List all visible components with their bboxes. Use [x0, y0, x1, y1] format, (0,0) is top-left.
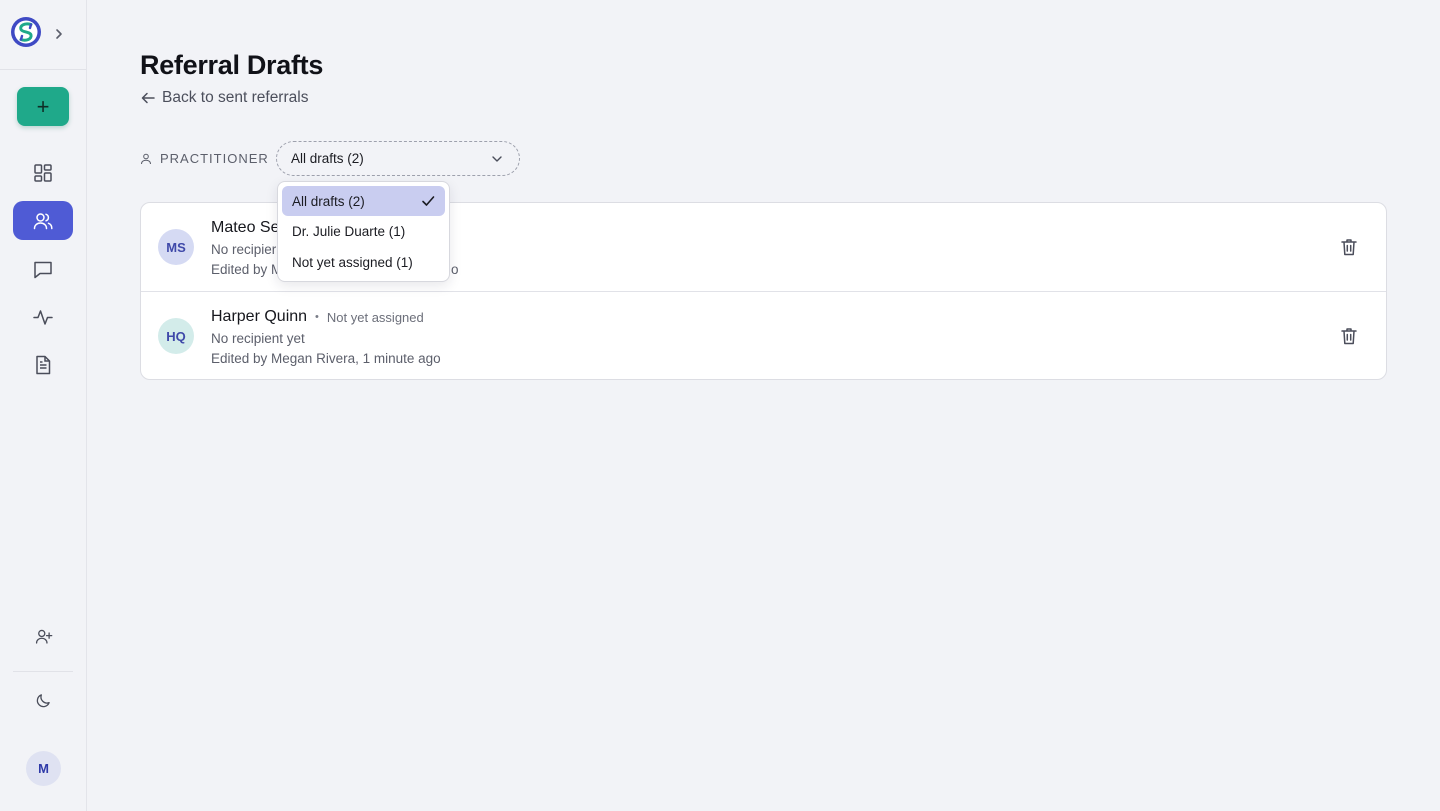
assignment-status: Not yet assigned: [326, 309, 424, 325]
draft-row[interactable]: HQ Harper Quinn • Not yet assigned No re…: [141, 291, 1386, 379]
user-plus-icon: [35, 629, 52, 644]
patient-initials-avatar: MS: [158, 229, 194, 265]
sidebar-item-invite-user[interactable]: [13, 617, 73, 656]
person-icon: [141, 153, 151, 164]
chevron-right-icon[interactable]: [52, 27, 66, 41]
practitioner-filter: PRACTITIONER All drafts (2): [140, 141, 520, 176]
activity-icon: [33, 309, 53, 325]
sidebar-item-activity[interactable]: [13, 297, 73, 336]
user-avatar[interactable]: M: [26, 751, 61, 786]
message-icon: [34, 261, 52, 278]
option-all-drafts[interactable]: All drafts (2): [282, 186, 445, 216]
page-title: Referral Drafts: [140, 50, 324, 80]
sidebar: + M: [0, 0, 87, 811]
option-label: Dr. Julie Duarte (1): [292, 224, 406, 239]
users-icon: [33, 212, 53, 229]
back-link[interactable]: Back to sent referrals: [140, 89, 308, 107]
logo-icon: [11, 17, 41, 47]
trash-icon[interactable]: [1339, 326, 1359, 346]
document-icon: [36, 355, 51, 374]
app-logo[interactable]: [10, 16, 42, 48]
trash-icon[interactable]: [1339, 237, 1359, 257]
moon-icon: [36, 694, 50, 708]
patient-name: Harper Quinn • Not yet assigned: [211, 308, 424, 326]
edited-text: Edited by M: [211, 262, 283, 277]
practitioner-select[interactable]: All drafts (2): [276, 141, 520, 176]
separator-dot: •: [315, 311, 319, 323]
patient-initials-avatar: HQ: [158, 318, 194, 354]
practitioner-dropdown-menu: All drafts (2) Dr. Julie Duarte (1) Not …: [277, 181, 450, 282]
new-referral-button[interactable]: +: [17, 87, 69, 126]
edited-text: Edited by Megan Rivera, 1 minute ago: [211, 351, 441, 366]
patient-name-text: Harper Quinn: [211, 308, 308, 325]
sidebar-divider: [0, 69, 86, 70]
chevron-down-icon: [492, 156, 502, 162]
patient-name: Mateo Se: [211, 219, 279, 237]
arrow-left-icon: [141, 92, 155, 104]
recipient-text: No recipier: [211, 242, 277, 257]
recipient-text: No recipient yet: [211, 331, 305, 346]
option-dr-julie-duarte[interactable]: Dr. Julie Duarte (1): [282, 217, 445, 247]
sidebar-item-referrals[interactable]: [13, 201, 73, 240]
dark-mode-toggle[interactable]: [13, 681, 73, 720]
sidebar-divider: [13, 671, 73, 672]
dashboard-icon: [34, 163, 52, 182]
option-label: Not yet assigned (1): [292, 254, 413, 270]
back-link-label: Back to sent referrals: [162, 89, 309, 106]
sidebar-item-messages[interactable]: [13, 249, 73, 288]
edited-text-tail: o: [451, 262, 459, 277]
check-icon: [422, 196, 435, 206]
patient-name-text: Mateo Se: [211, 219, 280, 236]
filter-label-text: PRACTITIONER: [160, 151, 269, 166]
select-value: All drafts (2): [291, 151, 364, 166]
filter-label: PRACTITIONER: [140, 141, 269, 176]
option-not-yet-assigned[interactable]: Not yet assigned (1): [282, 247, 445, 277]
sidebar-item-dashboard[interactable]: [13, 153, 73, 192]
sidebar-item-documents[interactable]: [13, 345, 73, 384]
option-label: All drafts (2): [292, 193, 365, 209]
